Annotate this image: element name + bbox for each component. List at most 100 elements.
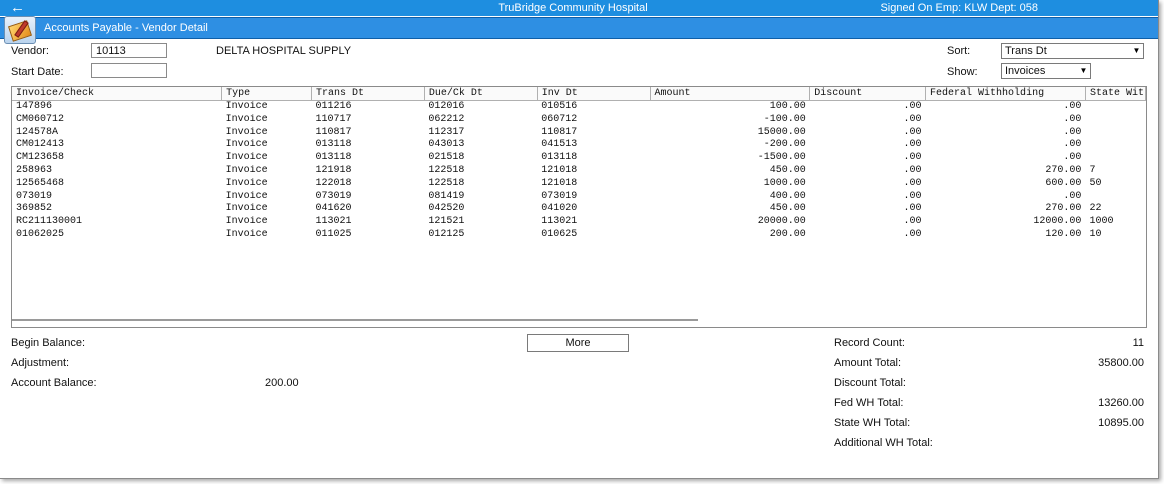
table-cell: -100.00	[763, 113, 806, 125]
grid-body: 147896 Invoice 011216 012016 010516 100.00 .00…	[12, 101, 1146, 242]
invoice-grid[interactable]: Invoice/Check Type Trans Dt Due/Ck Dt Inv Dt…	[11, 86, 1147, 328]
table-cell: 060712	[541, 113, 578, 125]
table-cell: 10	[1089, 228, 1102, 240]
horizontal-scrollbar[interactable]	[12, 319, 698, 321]
window: ← TruBridge Community Hospital Signed On…	[0, 0, 1159, 479]
table-cell: CM123658	[16, 152, 65, 164]
table-cell: 120.00	[1045, 228, 1082, 240]
table-cell: .00	[903, 126, 922, 138]
table-cell: 147896	[16, 101, 53, 112]
fed-wh-total-value: 13260.00	[1098, 397, 1144, 409]
table-row[interactable]: 124578A Invoice 110817 112317 110817 15000.00…	[12, 127, 1146, 140]
table-cell: 124578A	[16, 126, 59, 138]
column-header[interactable]: Inv Dt	[537, 87, 651, 101]
show-select[interactable]: Invoices ▼	[1001, 63, 1091, 79]
table-cell: 021518	[428, 152, 465, 164]
more-button[interactable]: More	[527, 334, 629, 352]
column-header[interactable]: Federal Withholding	[925, 87, 1086, 101]
table-cell: 013118	[315, 152, 352, 164]
table-cell	[1085, 127, 1145, 140]
table-cell	[1085, 152, 1145, 165]
table-cell: 073019	[315, 190, 352, 202]
amount-total-label: Amount Total:	[834, 357, 902, 369]
table-row[interactable]: 01062025 Invoice 011025 012125 010625 200.00.…	[12, 229, 1146, 242]
table-cell: 012016	[428, 101, 465, 112]
table-cell: 15000.00	[757, 126, 806, 138]
table-cell: 121018	[541, 164, 578, 176]
table-row[interactable]: RC211130001 Invoice 113021 121521 113021 2000…	[12, 216, 1146, 229]
sort-select-value: Trans Dt	[1005, 45, 1047, 57]
vendor-input[interactable]: 10113	[91, 43, 167, 58]
table-row[interactable]: 369852 Invoice 041620 042520 041020 450.00 .00…	[12, 203, 1146, 216]
table-row[interactable]: 258963 Invoice 121918 122518 121018 450.00 .00…	[12, 165, 1146, 178]
table-cell: .00	[1063, 139, 1082, 151]
table-cell: 110717	[315, 113, 352, 125]
column-header[interactable]: Invoice/Check	[12, 87, 223, 101]
table-cell: 121521	[428, 216, 465, 228]
table-cell: 200.00	[769, 228, 806, 240]
table-cell: 042520	[428, 203, 465, 215]
column-header[interactable]: Type	[221, 87, 313, 101]
column-header[interactable]: Trans Dt	[311, 87, 425, 101]
table-row[interactable]: CM012413 Invoice 013118 043013 041513 -200.00…	[12, 139, 1146, 152]
table-cell: 113021	[541, 216, 578, 228]
table-row[interactable]: CM060712 Invoice 110717 062212 060712 -100.00…	[12, 114, 1146, 127]
amount-total-value: 35800.00	[1098, 357, 1144, 369]
table-cell: 600.00	[1045, 177, 1082, 189]
table-row[interactable]: CM123658 Invoice 013118 021518 013118 -1500.0…	[12, 152, 1146, 165]
table-cell: 062212	[428, 113, 465, 125]
column-header[interactable]: Due/Ck Dt	[424, 87, 538, 101]
table-cell: Invoice	[225, 177, 268, 189]
discount-total-label: Discount Total:	[834, 377, 906, 389]
table-cell: 041513	[541, 139, 578, 151]
app-folder-icon[interactable]	[4, 16, 36, 44]
table-cell: 013118	[541, 152, 578, 164]
column-header[interactable]: Discount	[809, 87, 927, 101]
table-cell: .00	[903, 101, 922, 112]
state-wh-total-value: 10895.00	[1098, 417, 1144, 429]
window-title: Accounts Payable - Vendor Detail	[44, 22, 208, 34]
table-cell: 270.00	[1045, 203, 1082, 215]
table-cell: 043013	[428, 139, 465, 151]
signed-on-info: Signed On Emp: KLW Dept: 058	[880, 2, 1038, 14]
column-header[interactable]: State Wit	[1085, 87, 1146, 101]
table-cell: 22	[1089, 203, 1102, 215]
sort-label: Sort:	[947, 45, 971, 57]
table-cell: .00	[1063, 101, 1082, 112]
table-cell: Invoice	[225, 190, 268, 202]
chevron-down-icon[interactable]: ▼	[1131, 45, 1142, 57]
table-cell: 1000	[1089, 216, 1114, 228]
table-cell: Invoice	[225, 101, 268, 112]
table-cell: 041020	[541, 203, 578, 215]
table-cell: Invoice	[225, 216, 268, 228]
table-row[interactable]: 073019 Invoice 073019 081419 073019 400.00 .00…	[12, 191, 1146, 204]
table-cell: 7	[1089, 164, 1096, 176]
table-cell: Invoice	[225, 203, 268, 215]
table-cell: .00	[903, 152, 922, 164]
chevron-down-icon[interactable]: ▼	[1078, 65, 1089, 77]
table-cell: Invoice	[225, 164, 268, 176]
table-cell: 12000.00	[1033, 216, 1082, 228]
sort-select[interactable]: Trans Dt ▼	[1001, 43, 1144, 59]
table-cell: 50	[1089, 177, 1102, 189]
title-bar: Accounts Payable - Vendor Detail	[0, 17, 1158, 39]
table-row[interactable]: 12565468 Invoice 122018 122518 121018 1000.00…	[12, 178, 1146, 191]
begin-balance-label: Begin Balance:	[11, 337, 85, 349]
table-row[interactable]: 147896 Invoice 011216 012016 010516 100.00 .00…	[12, 101, 1146, 114]
table-cell: .00	[903, 216, 922, 228]
start-date-input[interactable]	[91, 63, 167, 78]
show-label: Show:	[947, 66, 978, 78]
table-cell: 112317	[428, 126, 465, 138]
table-cell: 1000.00	[763, 177, 806, 189]
additional-wh-total-label: Additional WH Total:	[834, 437, 933, 449]
table-cell: Invoice	[225, 139, 268, 151]
account-balance-value: 200.00	[265, 377, 299, 389]
table-cell: 12565468	[16, 177, 65, 189]
table-cell: 122018	[315, 177, 352, 189]
table-cell	[1085, 114, 1145, 127]
adjustment-label: Adjustment:	[11, 357, 70, 369]
table-cell	[1085, 191, 1145, 204]
column-header[interactable]: Amount	[650, 87, 811, 101]
table-cell: 073019	[16, 190, 53, 202]
table-cell: 450.00	[769, 164, 806, 176]
